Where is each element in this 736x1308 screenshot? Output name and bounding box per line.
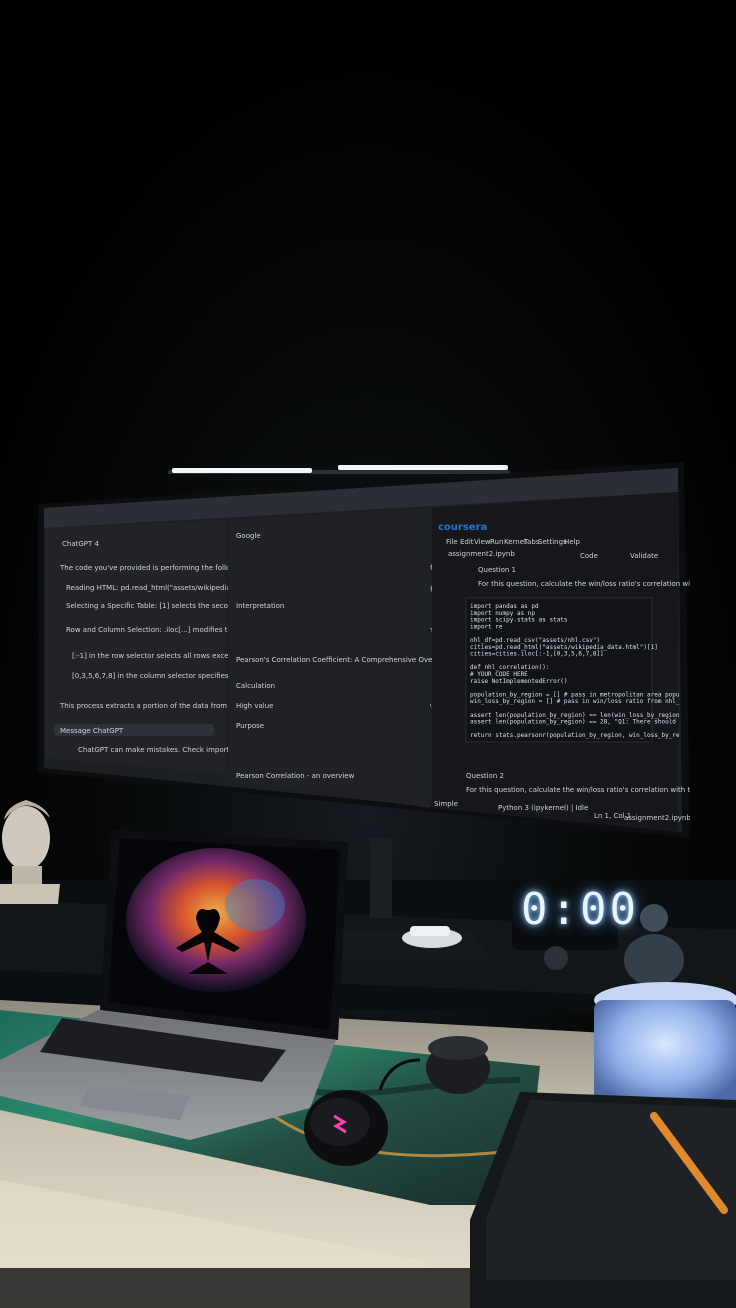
menu-item[interactable]: Settings <box>538 538 567 546</box>
code-line: import re <box>470 623 503 630</box>
menu-item[interactable]: Edit <box>460 538 474 546</box>
menu-item[interactable]: Help <box>564 538 581 546</box>
notebook-panel: coursera File Edit View Run Kernel Tabs … <box>432 492 690 832</box>
menu-item[interactable]: View <box>474 538 491 546</box>
chat-input-placeholder: Message ChatGPT <box>60 727 124 735</box>
code-line: raise NotImplementedError() <box>470 678 568 685</box>
search-bottom-result[interactable]: Pearson Correlation - an overview <box>236 772 355 780</box>
validate-button[interactable]: Validate <box>630 552 658 560</box>
menu-item[interactable]: Kernel <box>504 538 526 546</box>
search-logo: Google <box>236 532 261 540</box>
search-panel: Google Interpretation Pearson's Correlat… <box>228 508 452 808</box>
question-2-heading: Question 2 <box>466 772 504 780</box>
coursera-logo: coursera <box>438 522 487 533</box>
monitor-screen: ChatGPT 4 The code you've provided is pe… <box>38 462 690 838</box>
search-section[interactable]: Calculation <box>236 682 275 690</box>
notebook-tab[interactable]: assignment2.ipynb <box>448 550 515 558</box>
menu-item[interactable]: Run <box>490 538 503 546</box>
code-line: win_loss_by_region = [] # pass in win/lo… <box>470 698 680 705</box>
search-result-title[interactable]: Pearson's Correlation Coefficient: A Com… <box>236 656 452 664</box>
menu-item[interactable]: File <box>446 538 458 546</box>
search-section[interactable]: High value <box>236 702 273 710</box>
led-clock: 0:00 <box>521 884 639 935</box>
question-2-text: For this question, calculate the win/los… <box>466 786 690 794</box>
status-mode: Simple <box>434 800 458 808</box>
search-section[interactable]: Purpose <box>236 722 264 730</box>
code-line: cities=cities.iloc[:-1,[0,3,5,6,7,8]] <box>470 651 604 658</box>
code-line: assert len(population_by_region) == 28, … <box>470 719 676 726</box>
cell-type-select[interactable]: Code <box>580 552 598 560</box>
search-interpretation-heading: Interpretation <box>236 602 284 610</box>
question-1-heading: Question 1 <box>478 566 516 574</box>
question-1-text: For this question, calculate the win/los… <box>478 580 690 588</box>
status-file: assignment2.ipynb <box>624 814 690 822</box>
chat-model-label: ChatGPT 4 <box>62 540 100 548</box>
desk-setup-scene: ChatGPT 4 The code you've provided is pe… <box>0 0 736 1308</box>
code-line: return stats.pearsonr(population_by_regi… <box>470 732 680 739</box>
status-kernel: Python 3 (ipykernel) | Idle <box>498 804 588 812</box>
